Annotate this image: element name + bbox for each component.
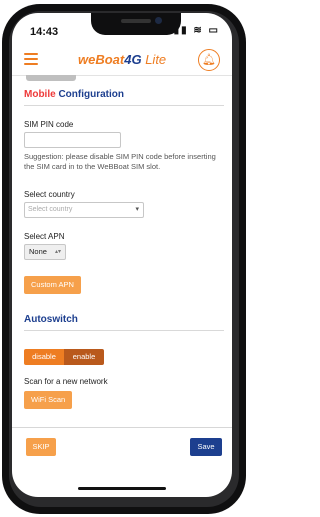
notch <box>91 13 181 35</box>
status-time: 14:43 <box>30 26 59 38</box>
app-header: weBoat4G Lite 🔔︎ <box>12 43 232 76</box>
apn-select[interactable]: None ▴▾ <box>24 244 66 260</box>
enable-option[interactable]: enable <box>64 349 104 365</box>
speaker <box>121 19 151 23</box>
home-indicator[interactable] <box>78 487 166 490</box>
wifi-scan-button[interactable]: WiFi Scan <box>24 391 73 409</box>
sim-pin-input[interactable] <box>24 132 121 148</box>
save-button[interactable]: Save <box>190 438 222 456</box>
menu-icon[interactable] <box>24 53 38 65</box>
settings-form: Mobile Configuration SIM PIN code Sugges… <box>24 89 224 409</box>
skip-button[interactable]: SKIP <box>26 438 56 456</box>
caret-down-icon: ▾ <box>135 206 139 213</box>
app-logo: weBoat4G Lite <box>78 52 167 67</box>
pin-suggestion: Suggestion: please disable SIM PIN code … <box>24 152 216 171</box>
screen: 14:43 ▮▮ ≋ ▭ weBoat4G Lite 🔔︎ Mobile Con… <box>12 13 232 497</box>
mobile-config-title: Mobile Configuration <box>24 89 124 100</box>
previous-section-tab <box>26 75 76 81</box>
autoswitch-toggle: disable enable <box>24 349 104 365</box>
country-label: Select country <box>24 190 75 199</box>
divider <box>24 330 224 331</box>
custom-apn-button[interactable]: Custom APN <box>24 276 81 294</box>
autoswitch-title: Autoswitch <box>24 314 78 325</box>
divider <box>24 105 224 106</box>
status-icons: ▮▮ ≋ ▭ <box>173 25 220 36</box>
pin-label: SIM PIN code <box>24 120 74 129</box>
caret-updown-icon: ▴▾ <box>54 249 61 255</box>
apn-label: Select APN <box>24 232 65 241</box>
disable-option[interactable]: disable <box>24 349 64 365</box>
footer-bar: SKIP Save <box>12 427 232 468</box>
bell-icon[interactable]: 🔔︎ <box>198 49 220 71</box>
scan-label: Scan for a new network <box>24 377 108 386</box>
front-camera-icon <box>155 17 162 24</box>
country-select[interactable]: Select country ▾ <box>24 202 144 218</box>
